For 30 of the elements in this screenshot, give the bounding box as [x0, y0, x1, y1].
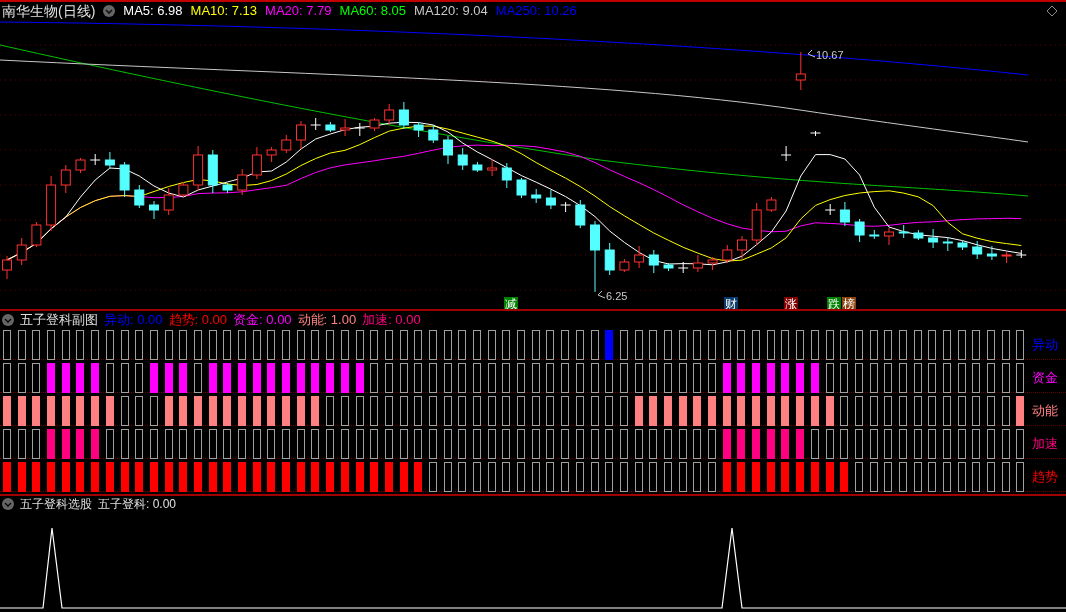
indicator-value: 趋势: 0.00 [168, 310, 228, 329]
row-label: 动能 [1031, 401, 1058, 420]
indicator-value: 异动: 0.00 [104, 310, 163, 329]
event-marker[interactable]: 财 [724, 297, 738, 309]
dropdown-icon[interactable] [2, 497, 14, 510]
panel-title: 五子登科选股 [20, 495, 92, 513]
indicator-value: 动能: 1.00 [297, 310, 357, 329]
ma-legend-value: MA5: 6.98 [123, 2, 183, 21]
dropdown-icon[interactable] [2, 313, 14, 326]
event-marker[interactable]: 跌 [827, 297, 841, 309]
indicator-value: 加速: 0.00 [362, 310, 421, 329]
row-label: 加速 [1031, 434, 1058, 453]
event-marker[interactable]: 减 [504, 297, 518, 309]
indicator-value: 五子登科: 0.00 [98, 495, 177, 513]
diamond-icon[interactable] [1046, 5, 1058, 17]
dropdown-icon[interactable] [103, 5, 116, 17]
ma-legend-value: MA120: 9.04 [414, 2, 488, 21]
row-label: 异动 [1031, 335, 1058, 354]
ma-legend-value: MA250: 10.26 [495, 2, 577, 21]
indicator-value: 资金: 0.00 [233, 310, 292, 329]
ma-legend-value: MA20: 7.79 [265, 2, 332, 21]
chart-title: 南华生物(日线) [2, 1, 96, 21]
event-marker[interactable]: 榜 [842, 297, 856, 309]
price-callout: 6.25 [597, 290, 628, 302]
row-label: 资金 [1031, 368, 1058, 387]
row-label: 趋势 [1031, 467, 1058, 486]
event-marker[interactable]: 涨 [784, 297, 798, 309]
panel-title: 五子登科副图 [20, 310, 98, 329]
ma-legend-value: MA10: 7.13 [190, 2, 258, 21]
ma-legend-value: MA60: 8.05 [339, 2, 407, 21]
